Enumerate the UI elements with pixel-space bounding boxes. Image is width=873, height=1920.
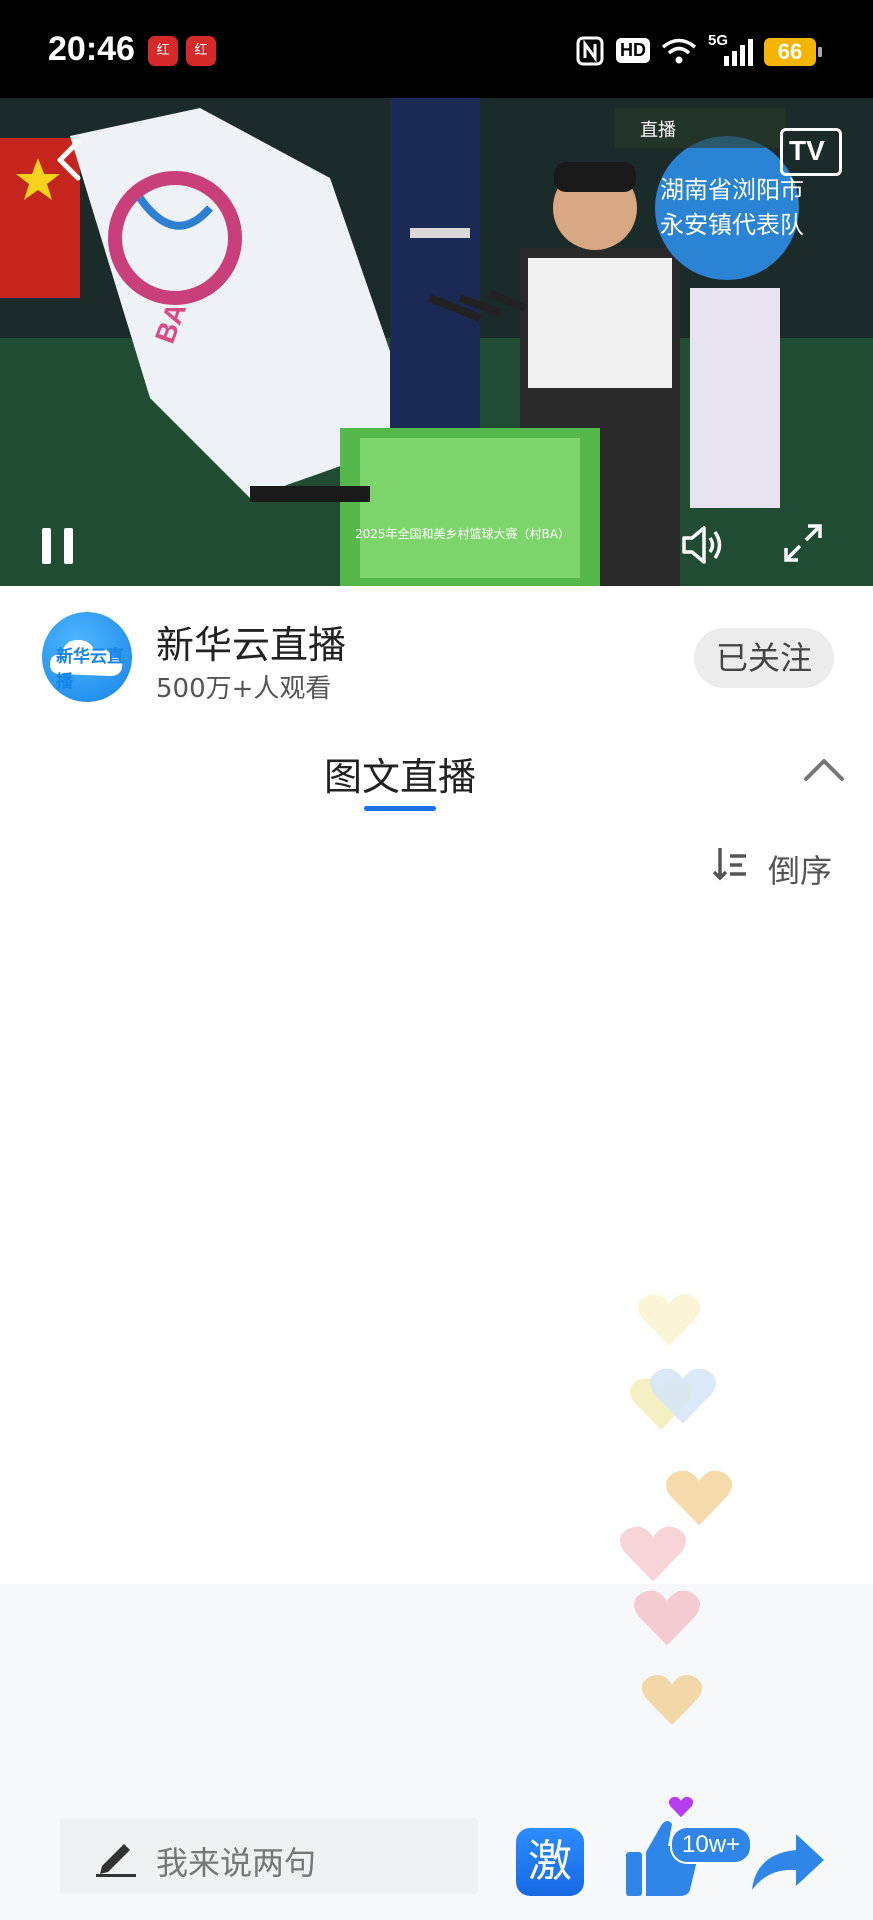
wifi-icon [661,38,697,64]
comment-placeholder: 我来说两句 [156,1844,317,1882]
heart-icon [665,1470,733,1526]
pause-icon[interactable] [40,526,76,566]
like-button[interactable]: 10w+ [622,1796,753,1900]
heart-icon [633,1590,701,1646]
channel-name[interactable]: 新华云直播 [156,614,346,669]
status-time: 20:46 [48,30,135,68]
tab-graphic-live[interactable]: 图文直播 [324,746,476,801]
notification-app-icon: 红 [186,36,216,66]
chevron-up-icon[interactable] [802,755,846,783]
status-bar: 20:46 红 红 HD 5G 66 [0,0,873,98]
live-tag: 直播 [640,120,676,141]
chevron-left-icon[interactable] [54,138,84,182]
signal-icon [724,39,753,66]
podium-banner: 2025年全国和美乡村篮球大赛（村BA） [355,526,570,541]
viewer-count: 500万+人观看 [156,674,332,704]
notification-app-icon: 红 [148,36,178,66]
scene-sign-text: 永安镇代表队 [660,211,804,239]
video-frame: BA 湖南省浏阳市 永安镇代表队 2025年全国和美乡村篮球大赛（村BA） 直播 [0,98,873,586]
nfc-icon [576,36,604,66]
like-count: 10w+ [670,1826,753,1864]
expand-icon[interactable] [782,522,824,564]
hd-icon: HD [616,38,650,63]
heart-icon [649,1368,717,1424]
comment-input[interactable]: 我来说两句 [60,1818,478,1894]
channel-logo-text: 新华云直播 [56,647,124,692]
sort-icon [712,848,746,881]
heart-icon [641,1674,703,1726]
tv-label: TV [789,135,825,166]
tab-active-indicator [364,806,436,811]
sort-label: 倒序 [768,852,833,890]
live-video-player[interactable]: BA 湖南省浏阳市 永安镇代表队 2025年全国和美乡村篮球大赛（村BA） 直播… [0,98,873,586]
cast-tv-button[interactable]: TV [780,128,842,176]
heart-icon [637,1294,701,1346]
heart-icon [619,1526,687,1582]
scene-sign-text: 湖南省浏阳市 [660,176,804,204]
follow-button[interactable]: 已关注 [694,628,834,688]
share-icon[interactable] [748,1828,828,1894]
battery-indicator: 66 [764,38,822,66]
ji-button[interactable]: 激 [516,1828,584,1896]
speaker-icon[interactable] [680,522,726,568]
heart-icon [668,1796,694,1818]
pencil-icon [96,1844,136,1877]
channel-avatar[interactable]: 新华云直播 [42,612,132,702]
